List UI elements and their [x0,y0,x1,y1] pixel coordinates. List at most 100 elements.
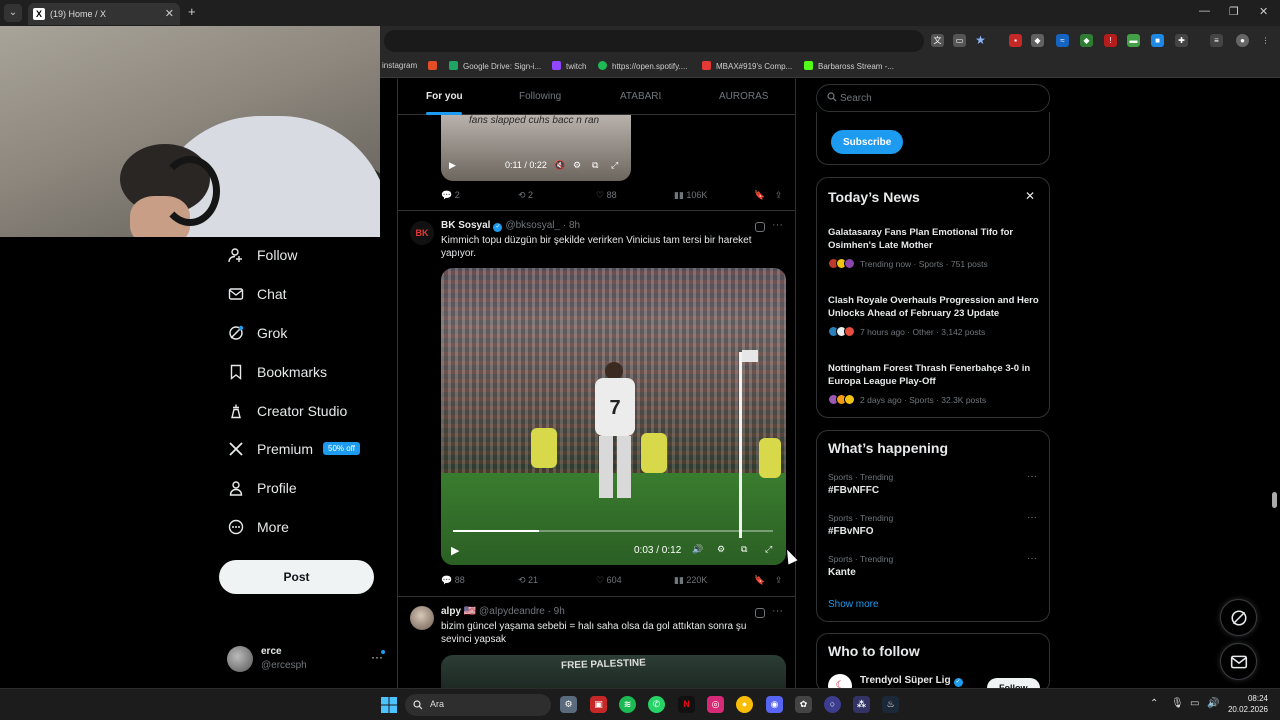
app-gray-icon[interactable]: ✿ [795,696,812,713]
extension-red-icon[interactable]: ▪ [1009,34,1022,47]
maximize-button[interactable]: ❐ [1229,5,1239,18]
microphone-icon[interactable]: 🎙 [1171,698,1184,709]
like-button[interactable]: ♡ 604 [596,575,622,586]
steam-app-icon[interactable]: ♨ [882,696,899,713]
share-button[interactable]: ⇪ [775,575,783,586]
tab-atabari[interactable]: ATABARI [620,91,661,102]
tab-search-dropdown[interactable]: ⌄ [4,4,22,22]
address-bar[interactable] [384,30,924,52]
window-close-button[interactable]: ✕ [1259,5,1268,18]
views-button[interactable]: ▮▮ 106K [674,190,707,201]
bookmark-google-drive[interactable]: Google Drive: Sign-i... [449,61,541,71]
extension-shield-icon[interactable]: ◆ [1031,34,1044,47]
whatsapp-app-icon[interactable]: ✆ [648,696,665,713]
tab-for-you[interactable]: For you [426,91,463,102]
tweet-more-icon[interactable]: ··· [772,605,783,617]
tweet-author[interactable]: alpy 🇺🇸 @aIpydeandre · 9h [441,606,565,617]
mute-icon[interactable]: 🔇 [554,160,565,171]
extension-badge-icon[interactable]: ! [1104,34,1117,47]
subscribe-button[interactable]: Subscribe [831,130,904,154]
extension-wave-icon[interactable]: ≈ [1056,34,1069,47]
tray-overflow-icon[interactable]: ⌃ [1150,698,1158,709]
volume-icon[interactable]: 🔊 [1207,698,1219,709]
grok-explain-icon[interactable] [755,222,765,232]
bookmark-star-icon[interactable]: ★ [974,34,987,47]
play-icon[interactable]: ▶ [449,160,456,171]
bookmark-button[interactable]: 🔖 [754,190,765,201]
tweet-more-icon[interactable]: ··· [772,219,783,231]
bookmark-button[interactable]: 🔖 [754,575,765,586]
install-app-icon[interactable]: ▭ [953,34,966,47]
trend-more-icon[interactable]: ··· [1027,471,1037,482]
close-icon[interactable]: ✕ [1025,189,1035,203]
pip-icon[interactable]: ⧉ [592,160,598,171]
bookmark-mbax[interactable]: MBAX#919's Comp... [702,61,792,71]
profile-avatar-icon[interactable]: ● [1236,34,1249,47]
volume-icon[interactable]: 🔊 [692,544,703,555]
page-scrollbar[interactable] [1272,492,1277,508]
tweet-avatar[interactable]: BK [410,221,434,245]
post-button[interactable]: Post [219,560,374,594]
tweet-avatar[interactable] [410,606,434,630]
tweet-video[interactable]: 7 ▶ 0:03 / 0:12 🔊 ⚙ ⧉ ⤢ [441,268,786,565]
minimize-button[interactable]: — [1199,5,1210,17]
grok-explain-icon[interactable] [755,608,765,618]
bookmark-gmail[interactable] [428,61,442,71]
tweet-video[interactable]: fans slapped cuhs bacc n ran ▶ 0:11 / 0:… [441,115,631,181]
extension-battery-icon[interactable]: ▬ [1127,34,1140,47]
messages-fab[interactable] [1220,643,1257,680]
display-icon[interactable]: ▭ [1190,698,1199,709]
reading-list-icon[interactable]: ≡ [1210,34,1223,47]
tweet-author[interactable]: BK Sosyal ✓ @bksosyal_ · 8h [441,220,580,232]
bookmark-instagram[interactable]: instagram [382,61,417,70]
reply-button[interactable]: 💬 2 [441,190,460,201]
like-button[interactable]: ♡ 88 [596,190,617,201]
search-box[interactable]: Search [816,84,1050,112]
app-red-icon[interactable]: ▣ [590,696,607,713]
settings-icon[interactable]: ⚙ [717,544,725,555]
discord-app-icon[interactable]: ◉ [766,696,783,713]
settings-icon[interactable]: ⚙ [573,160,581,171]
fullscreen-icon[interactable]: ⤢ [765,544,772,555]
extension-blue-icon[interactable]: ■ [1151,34,1164,47]
bookmark-barbaross[interactable]: Barbaross Stream -... [804,61,894,71]
tab-auroras[interactable]: AURORAS [719,91,768,102]
trend-more-icon[interactable]: ··· [1027,553,1037,564]
taskbar-search[interactable]: Ara [405,694,551,716]
share-button[interactable]: ⇪ [775,190,783,201]
tab-following[interactable]: Following [519,91,561,102]
show-more-link[interactable]: Show more [828,599,879,610]
taskbar-clock[interactable]: 08:24 20.02.2026 [1226,693,1268,715]
app-network-icon[interactable]: ⁂ [853,696,870,713]
settings-app-icon[interactable]: ⚙ [560,696,577,713]
account-name[interactable]: erce [261,646,282,657]
tweet-image[interactable]: FREE PALESTINE [441,655,786,688]
windows-start-icon[interactable] [381,697,397,713]
browser-tab-x-home[interactable]: X (19) Home / X ✕ [28,3,180,25]
extensions-puzzle-icon[interactable]: ✚ [1175,34,1188,47]
play-icon[interactable]: ▶ [451,544,459,557]
reply-button[interactable]: 💬 88 [441,575,465,586]
instagram-app-icon[interactable]: ◎ [707,696,724,713]
tab-close-icon[interactable]: ✕ [165,3,174,25]
new-tab-button[interactable]: + [188,4,196,19]
chrome-app-icon[interactable]: ● [736,696,753,713]
extension-green-shield-icon[interactable]: ◆ [1080,34,1093,47]
fullscreen-icon[interactable]: ⤢ [611,160,618,171]
netflix-app-icon[interactable]: N [678,696,695,713]
app-circle-icon[interactable]: ○ [824,696,841,713]
account-avatar[interactable] [227,646,253,672]
views-button[interactable]: ▮▮ 220K [674,575,707,586]
browser-menu-icon[interactable]: ⋮ [1259,34,1272,47]
account-handle[interactable]: @ercesph [261,660,307,671]
translate-icon[interactable]: 文 [931,34,944,47]
repost-button[interactable]: ⟲ 21 [518,575,538,586]
bookmark-twitch[interactable]: twitch [552,61,586,71]
trend-more-icon[interactable]: ··· [1027,512,1037,523]
grok-fab[interactable] [1220,599,1257,636]
repost-button[interactable]: ⟲ 2 [518,190,533,201]
bookmark-spotify[interactable]: https://open.spotify.... [598,61,687,71]
spotify-app-icon[interactable]: ≋ [619,696,636,713]
suggested-account-name[interactable]: Trendyol Süper Lig ✓ [860,675,966,687]
pip-icon[interactable]: ⧉ [741,544,747,555]
